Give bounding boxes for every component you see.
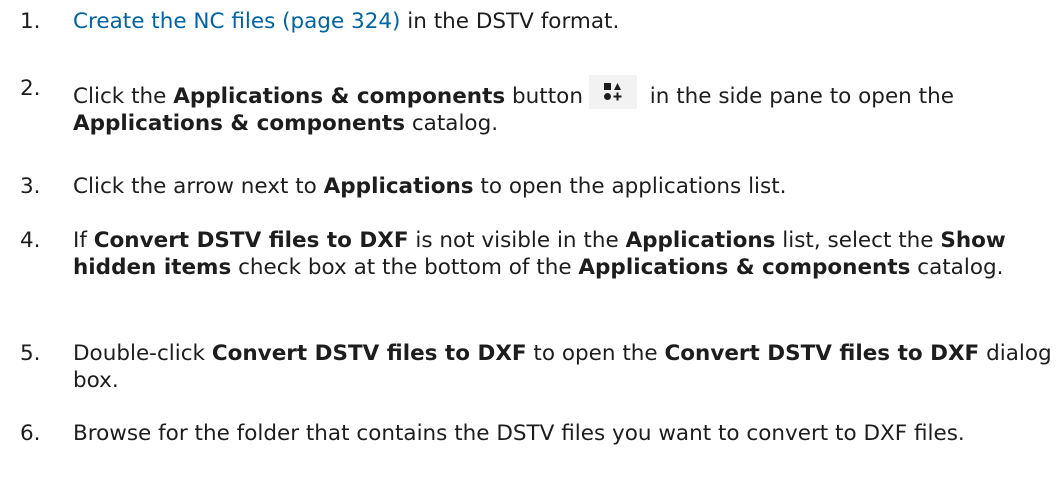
- step-3: 3. Click the arrow next to Applications …: [20, 173, 1060, 200]
- step-bold-term: Convert DSTV files to DXF: [93, 228, 409, 253]
- step-text-fragment: list, select the: [775, 228, 941, 253]
- step-bold-term: Convert DSTV files to DXF: [664, 341, 980, 366]
- step-text-fragment: is not visible in the: [408, 228, 626, 253]
- step-number: 4.: [20, 228, 41, 253]
- step-text-fragment: in the DSTV format.: [400, 9, 620, 34]
- step-2: 2. Click the Applications & components b…: [20, 75, 1060, 137]
- step-text-fragment: catalog.: [405, 111, 499, 136]
- step-text-fragment: Click the arrow next to: [73, 174, 324, 199]
- step-text-fragment: Double-click: [73, 341, 212, 366]
- applications-components-icon: [588, 75, 637, 109]
- step-text-fragment: to open the: [526, 341, 665, 366]
- create-nc-files-link[interactable]: Create the NC files (page 324): [73, 9, 400, 34]
- step-text-fragment: If: [73, 228, 94, 253]
- step-4: 4. If Convert DSTV files to DXF is not v…: [20, 227, 1060, 281]
- step-text: Click the arrow next to Applications to …: [73, 173, 1058, 200]
- step-text: Browse for the folder that contains the …: [73, 420, 1058, 447]
- step-number: 1.: [20, 9, 41, 34]
- step-text-fragment: Browse for the folder that contains the …: [73, 421, 965, 446]
- step-bold-term: Applications: [323, 174, 474, 199]
- step-bold-term: Applications & components: [73, 111, 406, 136]
- step-bold-term: Applications & components: [173, 84, 506, 109]
- step-bold-term: Convert DSTV files to DXF: [211, 341, 527, 366]
- step-bold-term: Applications: [625, 228, 776, 253]
- step-number: 6.: [20, 421, 41, 446]
- step-text: If Convert DSTV files to DXF is not visi…: [73, 227, 1058, 281]
- step-number: 3.: [20, 174, 41, 199]
- step-5: 5. Double-click Convert DSTV files to DX…: [20, 340, 1060, 394]
- step-text: Create the NC files (page 324) in the DS…: [73, 8, 1058, 35]
- step-text-fragment: Click the: [73, 84, 174, 109]
- step-number: 5.: [20, 341, 41, 366]
- step-text-fragment: in the side pane to open the: [642, 84, 954, 109]
- step-bold-term: Applications & components: [578, 255, 911, 280]
- step-text-fragment: catalog.: [910, 255, 1004, 280]
- step-text: Double-click Convert DSTV files to DXF t…: [73, 340, 1058, 394]
- step-text-fragment: to open the applications list.: [473, 174, 787, 199]
- step-6: 6. Browse for the folder that contains t…: [20, 420, 1060, 447]
- step-text: Click the Applications & components butt…: [73, 75, 1058, 137]
- step-text-fragment: button: [505, 84, 583, 109]
- step-1: 1. Create the NC files (page 324) in the…: [20, 8, 1060, 35]
- step-text-fragment: check box at the bottom of the: [231, 255, 579, 280]
- step-number: 2.: [20, 76, 41, 101]
